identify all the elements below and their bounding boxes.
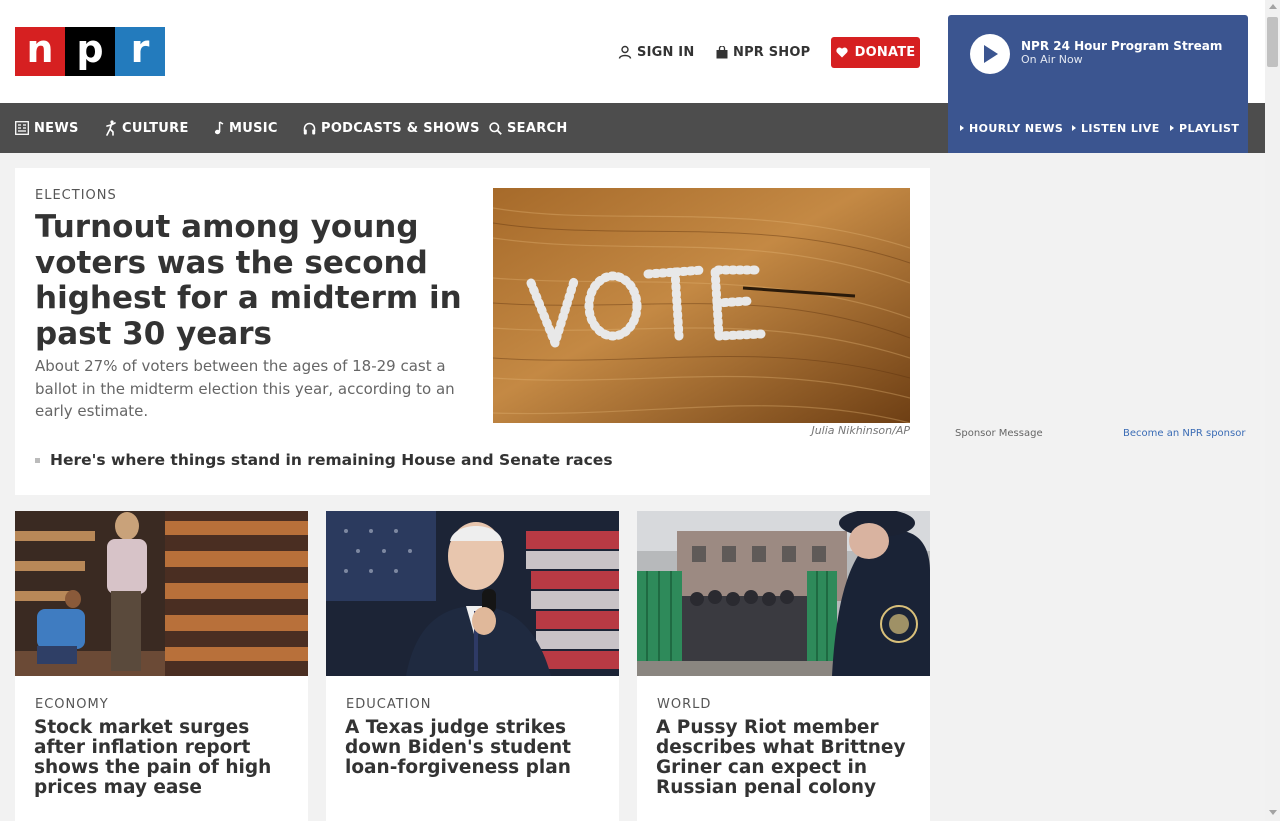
shopping-bag-icon (716, 45, 728, 58)
story-image-vote-hairpin[interactable] (493, 188, 910, 423)
nav-search-label: SEARCH (507, 120, 568, 136)
story-teaser[interactable]: About 27% of voters between the ages of … (35, 355, 460, 423)
listen-live-label: LISTEN LIVE (1081, 121, 1160, 135)
user-icon (618, 45, 632, 59)
nav-music-label: MUSIC (229, 120, 278, 136)
live-stream-player: NPR 24 Hour Program Stream On Air Now (948, 15, 1248, 103)
sponsor-message-label: Sponsor Message (955, 428, 1043, 439)
nav-item-news[interactable]: NEWS (15, 103, 79, 153)
nav-podcasts-label: PODCASTS & SHOWS (321, 120, 480, 136)
stream-title[interactable]: NPR 24 Hour Program Stream (1021, 39, 1222, 53)
story-headline[interactable]: A Texas judge strikes down Biden's stude… (345, 718, 607, 778)
scroll-down-arrow-icon[interactable] (1269, 810, 1277, 815)
donate-label: DONATE (854, 45, 916, 60)
story-headline[interactable]: A Pussy Riot member describes what Britt… (656, 718, 918, 798)
sign-in-label: SIGN IN (637, 44, 695, 60)
stream-status: On Air Now (1021, 53, 1083, 66)
story-image-biden[interactable] (326, 511, 619, 676)
caret-right-icon (1170, 125, 1174, 131)
npr-logo[interactable]: n p r (15, 27, 165, 76)
nav-item-culture[interactable]: CULTURE (105, 103, 189, 153)
npr-shop-label: NPR SHOP (733, 44, 811, 60)
featured-story: ELECTIONS Turnout among young voters was… (15, 168, 930, 495)
related-story-label: Here's where things stand in remaining H… (50, 451, 613, 469)
play-button[interactable] (970, 34, 1010, 74)
newspaper-icon (15, 121, 29, 135)
player-subnav: HOURLY NEWS LISTEN LIVE PLAYLIST (948, 103, 1248, 153)
scrollbar-thumb[interactable] (1267, 17, 1278, 67)
story-headline[interactable]: Turnout among young voters was the secon… (35, 209, 465, 352)
nav-item-music[interactable]: MUSIC (214, 103, 278, 153)
nav-item-podcasts[interactable]: PODCASTS & SHOWS (303, 103, 480, 153)
nav-news-label: NEWS (34, 120, 79, 136)
vertical-scrollbar[interactable] (1265, 0, 1280, 821)
playlist-link[interactable]: PLAYLIST (1170, 103, 1239, 153)
bullet-square-icon (35, 457, 40, 463)
story-headline[interactable]: Stock market surges after inflation repo… (34, 718, 296, 798)
listen-live-link[interactable]: LISTEN LIVE (1072, 103, 1160, 153)
playlist-label: PLAYLIST (1179, 121, 1240, 135)
nav-culture-label: CULTURE (122, 120, 189, 136)
story-slug[interactable]: ECONOMY (35, 697, 109, 712)
dancer-icon (106, 120, 116, 136)
story-card-economy: ECONOMY Stock market surges after inflat… (15, 511, 308, 821)
logo-letter-n: n (15, 27, 65, 76)
penal-colony-image (637, 511, 930, 676)
npr-shop-link[interactable]: NPR SHOP (716, 37, 810, 67)
music-note-icon (214, 121, 224, 135)
nav-item-search[interactable]: SEARCH (489, 103, 568, 153)
story-image-grocery[interactable] (15, 511, 308, 676)
story-card-world: WORLD A Pussy Riot member describes what… (637, 511, 930, 821)
image-credit: Julia Nikhinson/AP (811, 424, 910, 437)
vote-hairpin-image (493, 188, 910, 423)
caret-right-icon (960, 125, 964, 131)
story-slug[interactable]: WORLD (657, 697, 711, 712)
sign-in-link[interactable]: SIGN IN (618, 37, 694, 67)
story-slug[interactable]: ELECTIONS (35, 188, 117, 203)
headphones-icon (303, 122, 316, 134)
story-slug[interactable]: EDUCATION (346, 697, 431, 712)
story-image-penal-colony[interactable] (637, 511, 930, 676)
become-sponsor-link[interactable]: Become an NPR sponsor (1123, 428, 1245, 439)
story-card-education: EDUCATION A Texas judge strikes down Bid… (326, 511, 619, 821)
scroll-up-arrow-icon[interactable] (1269, 4, 1277, 9)
hourly-news-link[interactable]: HOURLY NEWS (960, 103, 1063, 153)
caret-right-icon (1072, 125, 1076, 131)
grocery-aisle-image (15, 511, 308, 676)
logo-letter-r: r (115, 27, 165, 76)
heart-icon (836, 47, 848, 58)
biden-speaking-image (326, 511, 619, 676)
search-icon (489, 121, 502, 135)
donate-button[interactable]: DONATE (831, 37, 920, 68)
related-story-link[interactable]: Here's where things stand in remaining H… (35, 451, 613, 469)
play-icon (984, 45, 998, 63)
hourly-news-label: HOURLY NEWS (969, 121, 1064, 135)
logo-letter-p: p (65, 27, 115, 76)
